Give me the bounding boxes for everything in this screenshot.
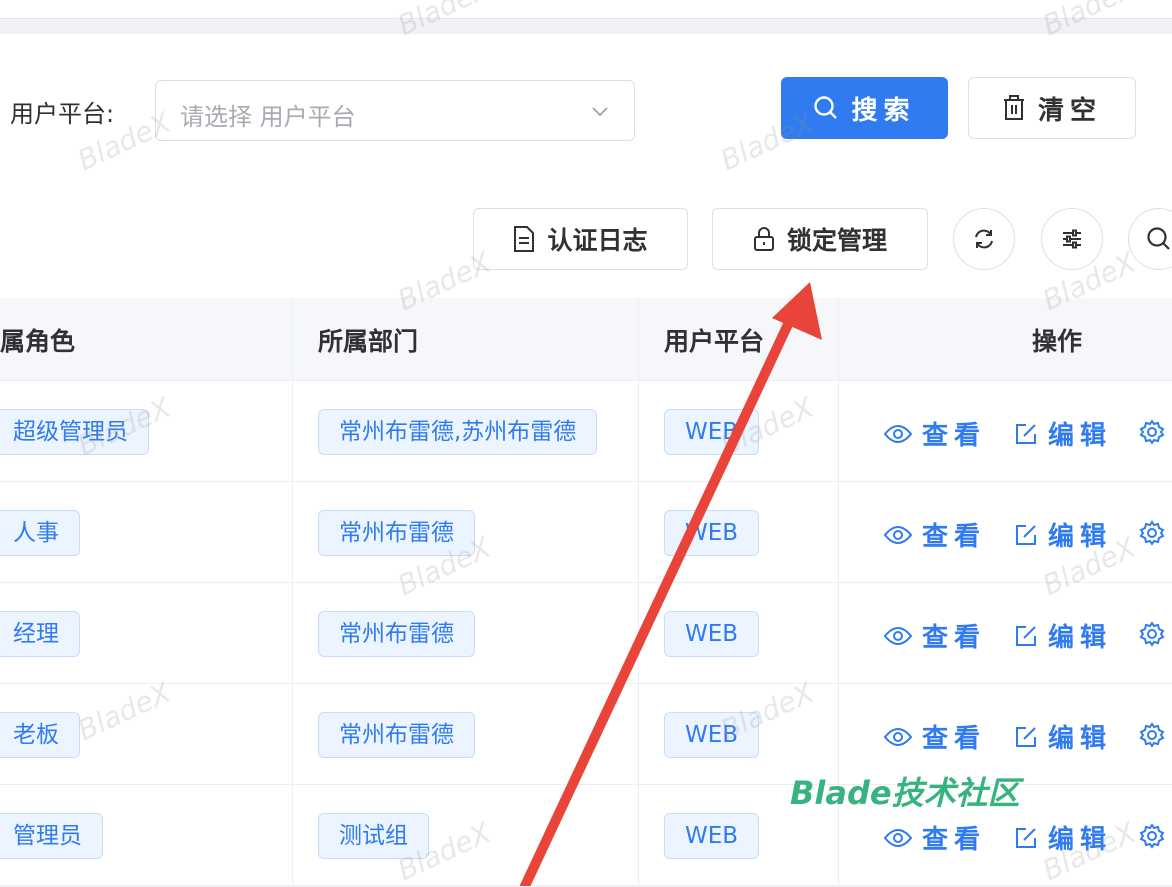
annotation-arrow (520, 282, 822, 886)
